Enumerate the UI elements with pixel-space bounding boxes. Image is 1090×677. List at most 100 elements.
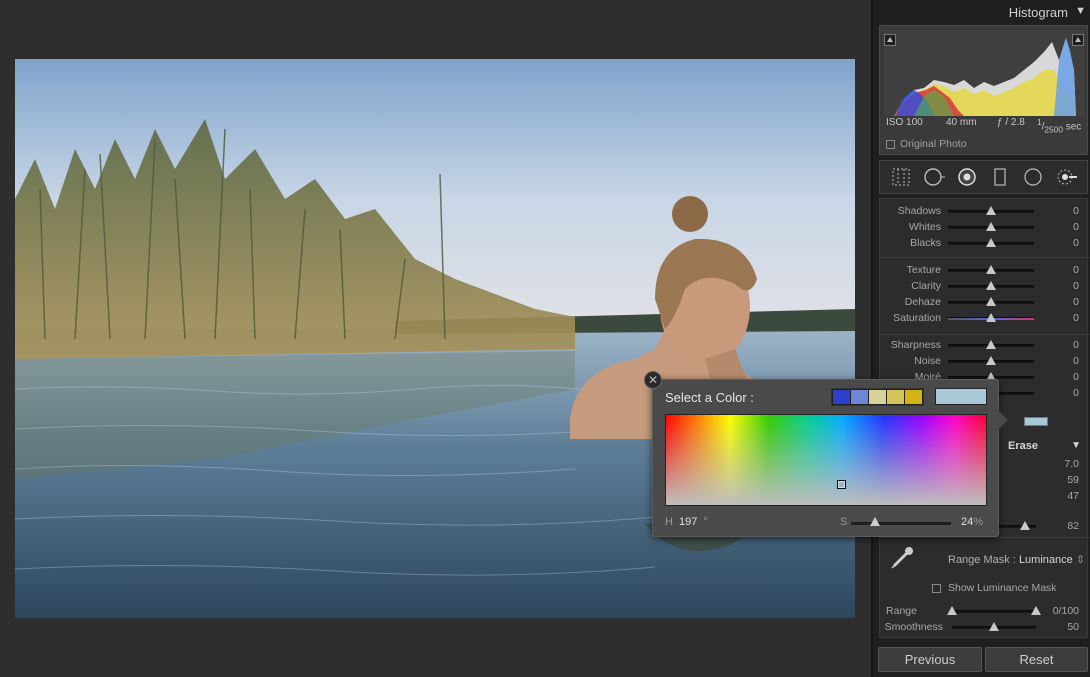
slider-value: 0 <box>1073 387 1079 399</box>
smoothness-label: Smoothness <box>884 621 943 633</box>
erase-label[interactable]: Erase <box>1008 440 1038 452</box>
slider-label: Whites <box>908 221 941 233</box>
previous-button[interactable]: Previous <box>878 647 982 672</box>
histogram-title: Histogram <box>1008 5 1068 20</box>
popup-title: Select a Color : <box>665 390 754 405</box>
slider-row-whites[interactable]: Whites 0 <box>880 219 1089 235</box>
smoothness-slider-row[interactable]: Smoothness 50 <box>880 619 1089 635</box>
eyedropper-icon[interactable] <box>888 544 916 572</box>
slider-value: 0 <box>1073 280 1079 292</box>
show-mask-label: Show Luminance Mask <box>948 582 1057 594</box>
adjustment-brush-icon[interactable] <box>1055 166 1078 188</box>
color-swatches <box>831 388 924 406</box>
saturation-thumb[interactable] <box>870 517 880 526</box>
divider <box>880 257 1089 258</box>
hue-readout: H 197 ° <box>665 516 708 528</box>
slider-row-sharpness[interactable]: Sharpness 0 <box>880 337 1089 353</box>
slider-thumb[interactable] <box>986 313 996 322</box>
close-icon[interactable]: ✕ <box>644 371 662 389</box>
slider-track[interactable] <box>948 206 1034 215</box>
slider-track[interactable] <box>948 281 1034 290</box>
highlight-clipping-icon[interactable] <box>1072 34 1084 46</box>
red-eye-icon[interactable] <box>956 166 978 188</box>
slider-thumb[interactable] <box>986 297 996 306</box>
slider-row-clarity[interactable]: Clarity 0 <box>880 278 1089 294</box>
slider-value: 0 <box>1073 221 1079 233</box>
shadow-clipping-icon[interactable] <box>884 34 896 46</box>
slider-track[interactable] <box>948 356 1034 365</box>
slider-value: 0 <box>1073 312 1079 324</box>
divider <box>880 537 1089 538</box>
collapse-arrow-icon[interactable]: ▼ <box>1075 5 1086 17</box>
slider-label: Shadows <box>897 205 941 217</box>
slider-value: 0 <box>1073 296 1079 308</box>
slider-row-shadows[interactable]: Shadows 0 <box>880 203 1089 219</box>
color-swatch[interactable] <box>833 390 850 404</box>
range-thumb-left[interactable] <box>947 606 957 615</box>
brush-feather-value: 59 <box>1067 474 1079 486</box>
slider-label: Blacks <box>910 237 941 249</box>
slider-thumb[interactable] <box>986 356 996 365</box>
slider-thumb[interactable] <box>986 265 996 274</box>
original-photo-label: Original Photo <box>900 138 967 150</box>
saturation-readout[interactable]: 24% <box>961 516 983 528</box>
radial-filter-icon[interactable] <box>1022 166 1044 188</box>
color-swatch[interactable] <box>851 390 868 404</box>
slider-thumb[interactable] <box>986 340 996 349</box>
slider-thumb[interactable] <box>986 281 996 290</box>
divider <box>880 334 1089 335</box>
slider-track[interactable] <box>948 313 1034 322</box>
slider-track[interactable] <box>948 297 1034 306</box>
exif-info: ISO 100 40 mm ƒ / 2.8 1/2500 sec <box>880 117 1089 135</box>
slider-label: Texture <box>906 264 941 276</box>
histogram-header[interactable]: Histogram ▼ <box>873 0 1090 25</box>
hue-value[interactable]: 197 <box>679 516 697 528</box>
color-picker-marker[interactable] <box>837 479 847 489</box>
slider-row-texture[interactable]: Texture 0 <box>880 262 1089 278</box>
slider-thumb[interactable] <box>986 206 996 215</box>
smoothness-thumb[interactable] <box>989 622 999 631</box>
range-slider-row[interactable]: Range 0/100 <box>880 603 1089 619</box>
brush-density-value: 82 <box>1067 520 1079 532</box>
slider-thumb[interactable] <box>986 238 996 247</box>
select-color-popup[interactable]: ✕ Select a Color : H 197 ° S 24% <box>644 371 1008 537</box>
color-swatch[interactable] <box>905 390 922 404</box>
slider-track[interactable] <box>948 340 1034 349</box>
slider-row-noise[interactable]: Noise 0 <box>880 353 1089 369</box>
show-mask-checkbox[interactable] <box>932 583 941 593</box>
slider-value: 0 <box>1073 339 1079 351</box>
grid-crop-icon[interactable] <box>890 166 912 188</box>
original-photo-toggle[interactable]: Original Photo <box>886 138 967 150</box>
brush-density-thumb[interactable] <box>1019 521 1030 530</box>
dropdown-arrow-icon[interactable]: ▼ <box>1071 440 1081 451</box>
range-mask-select[interactable]: Range Mask : Luminance ⇕ <box>948 553 1085 566</box>
graduated-filter-icon[interactable] <box>989 166 1011 188</box>
slider-track[interactable] <box>948 238 1034 247</box>
slider-track[interactable] <box>948 265 1034 274</box>
current-color-swatch <box>935 388 987 405</box>
brush-flow-value: 47 <box>1067 490 1079 502</box>
slider-track[interactable] <box>948 222 1034 231</box>
color-swatch[interactable] <box>869 390 886 404</box>
reset-button[interactable]: Reset <box>985 647 1088 672</box>
slider-thumb[interactable] <box>986 222 996 231</box>
range-thumb-right[interactable] <box>1031 606 1041 615</box>
slider-label: Saturation <box>893 312 941 324</box>
slider-row-blacks[interactable]: Blacks 0 <box>880 235 1089 251</box>
color-spectrum[interactable] <box>665 414 987 506</box>
shutter-speed: 1/2500 sec <box>1037 117 1082 135</box>
brush-size-value: 7.0 <box>1064 458 1079 470</box>
saturation-slider[interactable] <box>851 517 951 526</box>
slider-value: 0 <box>1073 205 1079 217</box>
aperture: ƒ / 2.8 <box>997 117 1025 128</box>
slider-row-dehaze[interactable]: Dehaze 0 <box>880 294 1089 310</box>
slider-row-saturation[interactable]: Saturation 0 <box>880 310 1089 326</box>
iso-value: ISO 100 <box>886 117 923 128</box>
spot-removal-icon[interactable] <box>923 166 945 188</box>
color-swatch[interactable] <box>887 390 904 404</box>
focal-length: 40 mm <box>946 117 977 128</box>
histogram-graph <box>884 30 1084 116</box>
color-chip[interactable] <box>1024 417 1048 426</box>
show-luminance-mask[interactable]: Show Luminance Mask <box>932 582 1057 594</box>
original-photo-checkbox[interactable] <box>886 139 895 149</box>
